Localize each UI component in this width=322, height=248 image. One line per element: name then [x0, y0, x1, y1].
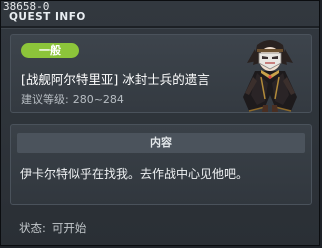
quest-description: 伊卡尔特似乎在找我。去作战中心见他吧。 — [20, 167, 249, 181]
status-label: 状态: — [19, 221, 46, 235]
window-title[interactable]: QUEST INFO — [9, 11, 86, 23]
title-divider — [1, 26, 319, 29]
status-value: 可开始 — [51, 221, 87, 235]
quest-name: [战舰阿尔特里亚] 冰封士兵的遗言 — [21, 72, 210, 87]
quest-status: 状态: 可开始 — [19, 220, 86, 236]
recommended-level: 建议等级: 280~284 — [21, 91, 124, 107]
quest-category-badge: 一般 — [21, 43, 79, 58]
quest-info-window: 38658-0 QUEST INFO 一般 [战舰阿尔特里亚] 冰封士兵的遗言 … — [0, 0, 320, 246]
recommended-level-label: 建议等级: — [21, 93, 69, 106]
npc-portrait-icon — [243, 40, 297, 112]
quest-summary-panel: 一般 [战舰阿尔特里亚] 冰封士兵的遗言 建议等级: 280~284 — [10, 34, 312, 113]
recommended-level-value: 280~284 — [72, 93, 124, 106]
detail-header: 内容 — [17, 133, 305, 153]
quest-detail-panel: 内容 伊卡尔特似乎在找我。去作战中心见他吧。 — [10, 124, 312, 205]
